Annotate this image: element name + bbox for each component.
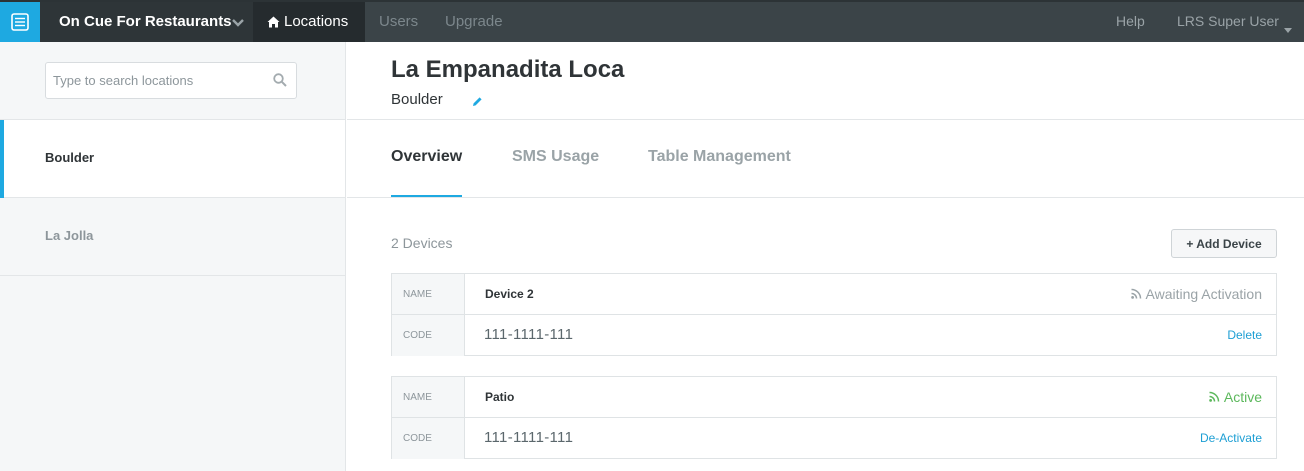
add-device-button[interactable]: + Add Device [1171, 229, 1277, 258]
device-card: NAME Device 2 Awaiting Activation CODE 1… [391, 273, 1277, 356]
signal-icon [1209, 389, 1220, 405]
code-label: CODE [392, 315, 465, 356]
status-text: Active [1223, 389, 1262, 405]
code-label: CODE [392, 418, 465, 459]
page-title: La Empanadita Loca [391, 56, 625, 83]
device-code: 111-1111-111 [484, 326, 574, 343]
device-code: 111-1111-111 [484, 429, 574, 446]
location-item-la-jolla[interactable]: La Jolla [0, 198, 345, 276]
device-code-row: CODE 111-1111-111 Delete [392, 315, 1276, 356]
location-search [0, 42, 345, 120]
active-tab-indicator [391, 195, 462, 197]
deactivate-link[interactable]: De-Activate [1200, 431, 1262, 445]
brand-switcher[interactable]: On Cue For Restaurants [40, 2, 253, 42]
home-icon [267, 15, 280, 33]
delete-link[interactable]: Delete [1227, 328, 1262, 342]
device-name-row: NAME Patio Active [392, 377, 1276, 418]
tab-overview[interactable]: Overview [391, 148, 462, 166]
nav-item-upgrade[interactable]: Upgrade [445, 13, 503, 30]
help-link[interactable]: Help [1116, 13, 1145, 29]
tab-bar: Overview SMS Usage Table Management [347, 120, 1304, 198]
status-text: Awaiting Activation [1145, 286, 1262, 302]
chevron-down-icon [231, 15, 245, 33]
device-name: Device 2 [485, 287, 534, 301]
name-label: NAME [392, 377, 465, 417]
signal-icon [1130, 286, 1142, 302]
search-input[interactable] [45, 62, 297, 99]
selected-indicator [0, 120, 4, 198]
name-label: NAME [392, 274, 465, 314]
device-card: NAME Patio Active CODE 111-1111-111 De-A… [391, 376, 1277, 459]
device-status: Active [1209, 389, 1262, 405]
device-count: 2 Devices [391, 235, 453, 251]
tab-table-management[interactable]: Table Management [648, 148, 791, 166]
nav-item-users[interactable]: Users [379, 13, 418, 30]
search-icon [273, 73, 287, 92]
location-label: Boulder [45, 150, 95, 165]
location-subtitle: Boulder [391, 91, 443, 108]
nav-item-locations[interactable]: Locations [253, 2, 365, 42]
location-item-boulder[interactable]: Boulder [0, 120, 345, 198]
app-logo-icon[interactable] [0, 2, 40, 42]
edit-pencil-icon[interactable] [472, 94, 483, 112]
tab-sms-usage[interactable]: SMS Usage [512, 148, 599, 166]
device-code-row: CODE 111-1111-111 De-Activate [392, 418, 1276, 459]
device-status: Awaiting Activation [1130, 286, 1262, 302]
caret-down-icon [1284, 20, 1292, 38]
location-label: La Jolla [45, 228, 94, 243]
brand-name: On Cue For Restaurants [59, 13, 232, 30]
user-name: LRS Super User [1177, 13, 1279, 29]
user-menu[interactable]: LRS Super User [1177, 2, 1297, 42]
device-name-row: NAME Device 2 Awaiting Activation [392, 274, 1276, 315]
top-navigation-bar: On Cue For Restaurants Locations Users U… [0, 0, 1304, 42]
locations-sidebar: Boulder La Jolla [0, 42, 346, 471]
nav-label-locations: Locations [284, 13, 349, 30]
location-header: La Empanadita Loca Boulder [347, 42, 1304, 120]
device-name: Patio [485, 390, 515, 404]
